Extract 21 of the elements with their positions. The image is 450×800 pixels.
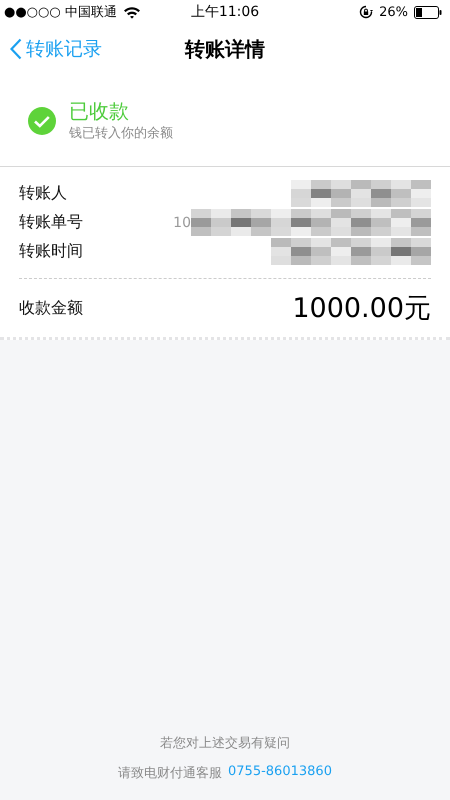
phone-link[interactable]: 0755-86013860 (228, 764, 332, 782)
battery-percent: 26% (379, 4, 408, 20)
wifi-icon (122, 6, 141, 18)
clock-time: 上午11:06 (190, 3, 260, 21)
amount-value: 1000.00元 (292, 292, 431, 326)
rotation-lock-icon (359, 5, 374, 19)
detail-label: 转账单号 (19, 212, 83, 233)
detail-value: 10 (173, 214, 191, 230)
amount-label: 收款金额 (19, 298, 83, 318)
battery-icon (414, 6, 442, 18)
status-title: 已收款 (69, 98, 130, 124)
back-button[interactable]: 转账记录 (0, 36, 102, 62)
page-title: 转账详情 (185, 36, 265, 62)
detail-label: 转账时间 (19, 241, 83, 262)
check-circle-icon (27, 106, 57, 136)
help-text: 请致电财付通客服 (118, 765, 222, 782)
back-chevron-icon (10, 38, 22, 60)
help-text: 若您对上述交易有疑问 (160, 735, 290, 752)
status-subtitle: 钱已转入你的余额 (69, 125, 173, 143)
detail-label: 转账人 (19, 183, 67, 204)
carrier-name: ●●○○○ 中国联通 (4, 4, 117, 21)
